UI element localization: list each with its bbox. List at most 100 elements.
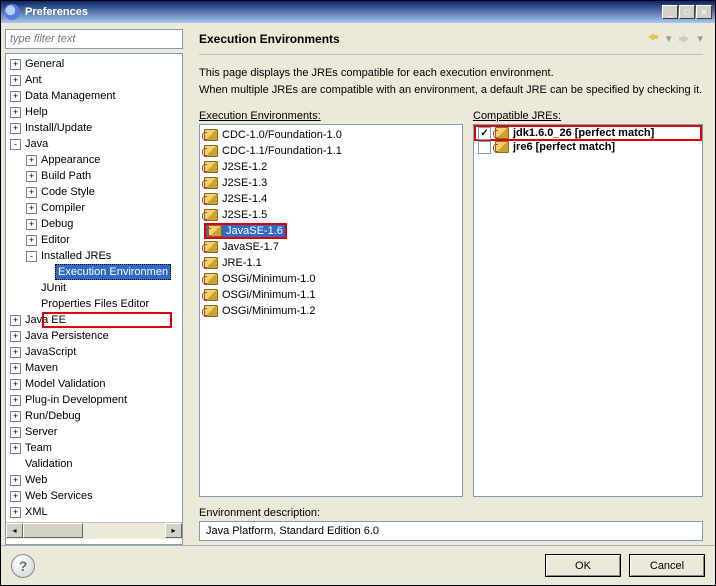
env-item[interactable]: CDC-1.0/Foundation-1.0 — [202, 127, 460, 143]
env-item[interactable]: J2SE-1.3 — [202, 175, 460, 191]
tree-item[interactable]: +Build Path — [6, 168, 182, 184]
tree-toggle-icon[interactable]: + — [10, 315, 21, 326]
tree-item[interactable]: +Install/Update — [6, 120, 182, 136]
help-button[interactable]: ? — [11, 554, 35, 578]
tree-toggle-icon[interactable]: + — [10, 75, 21, 86]
tree-toggle-icon[interactable]: + — [10, 379, 21, 390]
tree-item[interactable]: +Java EE — [6, 312, 182, 328]
tree-h-scrollbar[interactable]: ◂ ▸ — [6, 522, 182, 539]
tree-item[interactable]: Execution Environmen — [6, 264, 182, 280]
tree-item[interactable]: JUnit — [6, 280, 182, 296]
jre-list[interactable]: jdk1.6.0_26 [perfect match]jre6 [perfect… — [473, 124, 703, 497]
tree-item-label: JUnit — [39, 281, 68, 295]
tree-item[interactable]: -Installed JREs — [6, 248, 182, 264]
library-icon — [204, 209, 218, 221]
tree-toggle-icon[interactable]: + — [10, 443, 21, 454]
tree-toggle-icon[interactable]: + — [26, 187, 37, 198]
tree-toggle-icon[interactable]: + — [10, 395, 21, 406]
tree-toggle-icon[interactable]: + — [26, 155, 37, 166]
tree-item[interactable]: +Java Persistence — [6, 328, 182, 344]
tree-item-label: Server — [23, 425, 59, 439]
env-item[interactable]: J2SE-1.2 — [202, 159, 460, 175]
tree-item[interactable]: +Appearance — [6, 152, 182, 168]
tree-item[interactable]: +Debug — [6, 216, 182, 232]
nav-back-dropdown-icon[interactable]: ▾ — [666, 32, 672, 45]
tree-toggle-icon[interactable]: + — [10, 475, 21, 486]
tree-item[interactable]: +Compiler — [6, 200, 182, 216]
library-icon — [204, 289, 218, 301]
tree-toggle-icon[interactable]: + — [10, 507, 21, 518]
tree-toggle-icon[interactable]: + — [26, 203, 37, 214]
ok-button[interactable]: OK — [545, 554, 621, 577]
env-item[interactable]: J2SE-1.4 — [202, 191, 460, 207]
tree-item[interactable]: +Ant — [6, 72, 182, 88]
tree-item-label: Model Validation — [23, 377, 108, 391]
library-icon — [204, 305, 218, 317]
tree-toggle-icon[interactable]: + — [10, 363, 21, 374]
scroll-left-button[interactable]: ◂ — [6, 523, 23, 538]
tree-item[interactable]: Validation — [6, 456, 182, 472]
tree-toggle-icon[interactable]: + — [26, 219, 37, 230]
nav-forward-icon[interactable] — [677, 33, 691, 45]
tree-toggle-icon[interactable]: + — [10, 123, 21, 134]
tree-item[interactable]: +Plug-in Development — [6, 392, 182, 408]
minimize-button[interactable]: _ — [662, 5, 678, 19]
tree-item-label: Execution Environmen — [55, 264, 171, 280]
tree-item[interactable]: +Data Management — [6, 88, 182, 104]
jre-item[interactable]: jre6 [perfect match] — [476, 139, 700, 155]
maximize-button[interactable]: □ — [679, 5, 695, 19]
tree-toggle-icon[interactable]: + — [10, 59, 21, 70]
tree-item[interactable]: +JavaScript — [6, 344, 182, 360]
close-button[interactable]: ✕ — [696, 5, 712, 19]
tree-toggle-icon[interactable]: + — [10, 107, 21, 118]
nav-forward-dropdown-icon[interactable]: ▾ — [697, 32, 703, 45]
env-item[interactable]: J2SE-1.5 — [202, 207, 460, 223]
env-item[interactable]: OSGi/Minimum-1.0 — [202, 271, 460, 287]
env-item[interactable]: OSGi/Minimum-1.1 — [202, 287, 460, 303]
tree-toggle-icon[interactable]: + — [26, 171, 37, 182]
filter-input[interactable] — [5, 29, 183, 49]
tree-item[interactable]: +Web — [6, 472, 182, 488]
tree-item[interactable]: +Team — [6, 440, 182, 456]
tree-item-label: Plug-in Development — [23, 393, 129, 407]
tree-item[interactable]: +Model Validation — [6, 376, 182, 392]
env-item[interactable]: CDC-1.1/Foundation-1.1 — [202, 143, 460, 159]
tree-item[interactable]: +Web Services — [6, 488, 182, 504]
tree-toggle-icon[interactable]: + — [10, 91, 21, 102]
tree-toggle-icon[interactable]: + — [10, 411, 21, 422]
env-item[interactable]: JavaSE-1.6 — [202, 223, 460, 239]
tree-item[interactable]: +General — [6, 56, 182, 72]
tree-item[interactable]: +Code Style — [6, 184, 182, 200]
scroll-right-button[interactable]: ▸ — [165, 523, 182, 538]
scroll-thumb[interactable] — [23, 523, 83, 538]
tree-toggle-icon[interactable]: - — [10, 139, 21, 150]
tree-item[interactable]: +XML — [6, 504, 182, 520]
tree-item[interactable]: -Java — [6, 136, 182, 152]
tree-item-label: Maven — [23, 361, 60, 375]
jre-checkbox[interactable] — [478, 127, 491, 140]
preferences-tree[interactable]: +General+Ant+Data Management+Help+Instal… — [5, 53, 183, 545]
tree-item[interactable]: Properties Files Editor — [6, 296, 182, 312]
tree-toggle-icon[interactable]: + — [10, 347, 21, 358]
env-item[interactable]: JavaSE-1.7 — [202, 239, 460, 255]
env-item-label: OSGi/Minimum-1.2 — [222, 305, 316, 317]
env-list[interactable]: CDC-1.0/Foundation-1.0CDC-1.1/Foundation… — [199, 124, 463, 497]
tree-toggle-icon[interactable]: + — [10, 331, 21, 342]
tree-item[interactable]: +Run/Debug — [6, 408, 182, 424]
tree-item[interactable]: +Editor — [6, 232, 182, 248]
tree-toggle-icon[interactable]: + — [26, 235, 37, 246]
cancel-button[interactable]: Cancel — [629, 554, 705, 577]
jre-checkbox[interactable] — [478, 141, 491, 154]
tree-toggle-icon[interactable]: + — [10, 491, 21, 502]
env-item[interactable]: OSGi/Minimum-1.2 — [202, 303, 460, 319]
tree-item[interactable]: +Server — [6, 424, 182, 440]
env-item[interactable]: JRE-1.1 — [202, 255, 460, 271]
tree-item[interactable]: +Maven — [6, 360, 182, 376]
env-desc-label: Environment description: — [199, 507, 703, 519]
tree-toggle-icon[interactable]: - — [26, 251, 37, 262]
nav-back-icon[interactable] — [646, 31, 660, 46]
env-item-label: J2SE-1.3 — [222, 177, 267, 189]
tree-item-label: Validation — [23, 457, 75, 471]
tree-toggle-icon[interactable]: + — [10, 427, 21, 438]
tree-item[interactable]: +Help — [6, 104, 182, 120]
